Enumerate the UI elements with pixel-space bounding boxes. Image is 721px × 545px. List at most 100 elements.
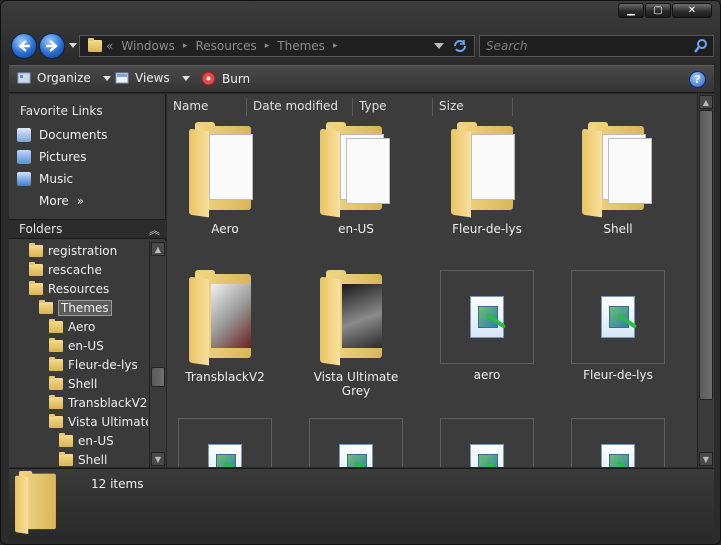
tree-label: Vista Ultimate	[68, 414, 148, 429]
folder-icon	[59, 451, 73, 466]
theme-file-aero[interactable]: aero	[437, 270, 537, 382]
column-type[interactable]: Type	[353, 98, 433, 116]
scrollbar-thumb[interactable]	[151, 367, 165, 387]
file-thumbnail	[571, 270, 665, 364]
tree-item-registration[interactable]: registration	[29, 241, 117, 260]
explorer-window: ▁ ▢ ✕ « Windows ▸ Resources ▸ Themes ▸ S…	[0, 0, 721, 545]
tree-item-vista-ultimate[interactable]: Vista Ultimate	[49, 412, 148, 431]
views-button[interactable]: Views	[115, 71, 190, 85]
theme-file-fleur-de-lys[interactable]: Fleur-de-lys	[568, 270, 668, 382]
breadcrumb-resources[interactable]: Resources	[191, 39, 260, 53]
item-label: Shell	[603, 222, 633, 236]
address-bar[interactable]: « Windows ▸ Resources ▸ Themes ▸	[79, 35, 475, 57]
scrollbar-thumb[interactable]	[699, 110, 713, 400]
tree-item-fleur-de-lys[interactable]: Fleur-de-lys	[49, 355, 138, 374]
tree-item-en-us-2[interactable]: en-US	[59, 431, 114, 450]
item-label: Aero	[211, 222, 239, 236]
burn-disc-icon	[201, 71, 216, 86]
favorite-label: Pictures	[39, 150, 87, 164]
column-headers: Name Date modified Type Size	[167, 98, 697, 116]
views-icon	[115, 72, 129, 84]
tree-item-rescache[interactable]: rescache	[29, 260, 102, 279]
tree-item-themes[interactable]: Themes	[39, 298, 112, 317]
folder-item-aero[interactable]: Aero	[175, 122, 275, 236]
address-dropdown[interactable]	[434, 43, 444, 49]
favorite-links-heading: Favorite Links	[20, 104, 103, 118]
maximize-button[interactable]: ▢	[645, 3, 671, 18]
folder-item-vista-ultimate-grey[interactable]: Vista Ultimate Grey	[301, 270, 411, 398]
folder-icon	[320, 270, 392, 366]
folder-icon	[49, 375, 63, 390]
tree-item-aero[interactable]: Aero	[49, 317, 95, 336]
favorite-music[interactable]: Music	[17, 172, 73, 186]
burn-label: Burn	[222, 71, 251, 86]
minimize-button[interactable]: ▁	[618, 3, 644, 18]
folder-icon	[29, 261, 43, 276]
folder-item-en-us[interactable]: en-US	[306, 122, 406, 236]
tree-item-en-us[interactable]: en-US	[49, 336, 104, 355]
tree-item-shell[interactable]: Shell	[49, 374, 97, 393]
organize-button[interactable]: Organize	[17, 71, 111, 85]
scroll-down-icon[interactable]: ▼	[151, 452, 165, 466]
folder-icon	[59, 432, 73, 447]
back-button[interactable]	[11, 33, 37, 59]
scroll-up-icon[interactable]: ▲	[699, 95, 713, 109]
folder-icon	[29, 242, 43, 257]
folder-item-fleur-de-lys[interactable]: Fleur-de-lys	[437, 122, 537, 236]
theme-file-item[interactable]	[568, 418, 668, 467]
chevron-right-icon[interactable]: ▸	[329, 41, 342, 51]
chevron-right-icon[interactable]: ▸	[179, 41, 192, 51]
window-controls: ▁ ▢ ✕	[618, 3, 712, 18]
theme-file-item[interactable]	[437, 418, 537, 467]
favorite-pictures[interactable]: Pictures	[17, 150, 87, 164]
theme-file-item[interactable]	[175, 418, 275, 467]
chevron-down-icon	[102, 75, 111, 81]
back-arrow-icon	[18, 40, 30, 52]
tree-item-shell-2[interactable]: Shell	[59, 450, 107, 467]
tree-item-resources[interactable]: Resources	[29, 279, 109, 298]
search-input[interactable]: Search	[479, 35, 714, 57]
collapse-chevron-icon[interactable]: ︽	[149, 222, 160, 238]
chevron-right-icon[interactable]: ▸	[261, 41, 274, 51]
file-thumbnail	[309, 418, 403, 467]
content-scrollbar[interactable]: ▲ ▼	[697, 94, 714, 467]
search-placeholder: Search	[486, 39, 528, 53]
column-size[interactable]: Size	[433, 98, 513, 116]
tree-scrollbar[interactable]: ▲ ▼	[149, 241, 166, 467]
double-chevron-icon: »	[76, 194, 85, 208]
recent-pages-dropdown[interactable]	[69, 43, 77, 48]
scroll-up-icon[interactable]: ▲	[151, 242, 165, 256]
folders-label: Folders	[19, 222, 63, 236]
file-list-pane: Name Date modified Type Size Aero en-US	[167, 94, 714, 467]
close-button[interactable]: ✕	[672, 3, 712, 18]
folder-icon	[189, 270, 261, 366]
folder-icon	[49, 337, 63, 352]
folder-icon	[15, 471, 63, 534]
breadcrumb-themes[interactable]: Themes	[273, 39, 329, 53]
tree-label: Shell	[78, 452, 108, 467]
theme-file-item[interactable]	[306, 418, 406, 467]
organize-icon	[17, 72, 31, 84]
favorites-more[interactable]: More »	[39, 194, 84, 208]
documents-icon	[17, 128, 31, 142]
burn-button[interactable]: Burn	[201, 71, 250, 86]
scroll-down-icon[interactable]: ▼	[699, 452, 713, 466]
tree-label: TransblackV2	[68, 395, 148, 410]
tree-item-transblackv2[interactable]: TransblackV2	[49, 393, 147, 412]
folders-header[interactable]: Folders ︽	[9, 219, 166, 239]
column-date-modified[interactable]: Date modified	[247, 98, 353, 116]
folder-item-transblackv2[interactable]: TransblackV2	[175, 270, 275, 384]
theme-file-icon	[208, 444, 245, 467]
more-label: More	[39, 194, 69, 208]
favorite-documents[interactable]: Documents	[17, 128, 107, 142]
folder-icon	[189, 122, 261, 218]
help-button[interactable]: ?	[689, 71, 706, 88]
address-overflow[interactable]: «	[102, 39, 117, 53]
refresh-icon[interactable]	[452, 38, 468, 54]
column-name[interactable]: Name	[167, 98, 247, 116]
forward-button[interactable]	[39, 33, 65, 59]
breadcrumb-windows[interactable]: Windows	[117, 39, 179, 53]
file-thumbnail	[440, 270, 534, 364]
folder-item-shell[interactable]: Shell	[568, 122, 668, 236]
search-icon[interactable]	[693, 38, 709, 54]
